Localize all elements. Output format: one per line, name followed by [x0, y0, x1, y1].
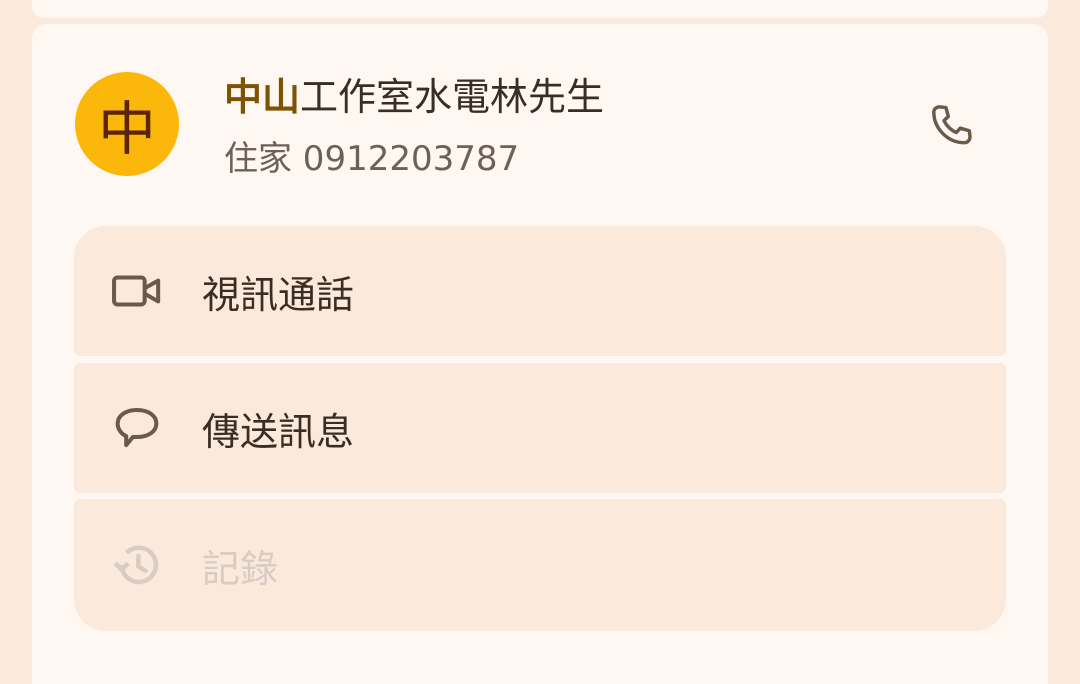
contact-subtitle: 住家 0912203787: [224, 139, 520, 179]
message-bubble-icon: [110, 401, 164, 455]
send-message-label: 傳送訊息: [202, 409, 355, 454]
call-button[interactable]: [920, 96, 984, 156]
video-camera-icon: [110, 264, 164, 318]
video-call-button[interactable]: 視訊通話: [74, 226, 1006, 356]
history-button[interactable]: 記錄: [74, 499, 1006, 631]
previous-card: [32, 0, 1048, 18]
avatar: 中: [75, 72, 179, 176]
video-call-label: 視訊通話: [202, 272, 355, 317]
name-rest: 工作室水電林先生: [300, 75, 605, 119]
history-label: 記錄: [202, 546, 279, 591]
send-message-button[interactable]: 傳送訊息: [74, 363, 1006, 493]
phone-icon: [932, 105, 972, 145]
name-highlight: 中山: [224, 75, 301, 119]
contact-name: 中山工作室水電林先生: [224, 72, 604, 122]
history-icon: [110, 538, 164, 592]
